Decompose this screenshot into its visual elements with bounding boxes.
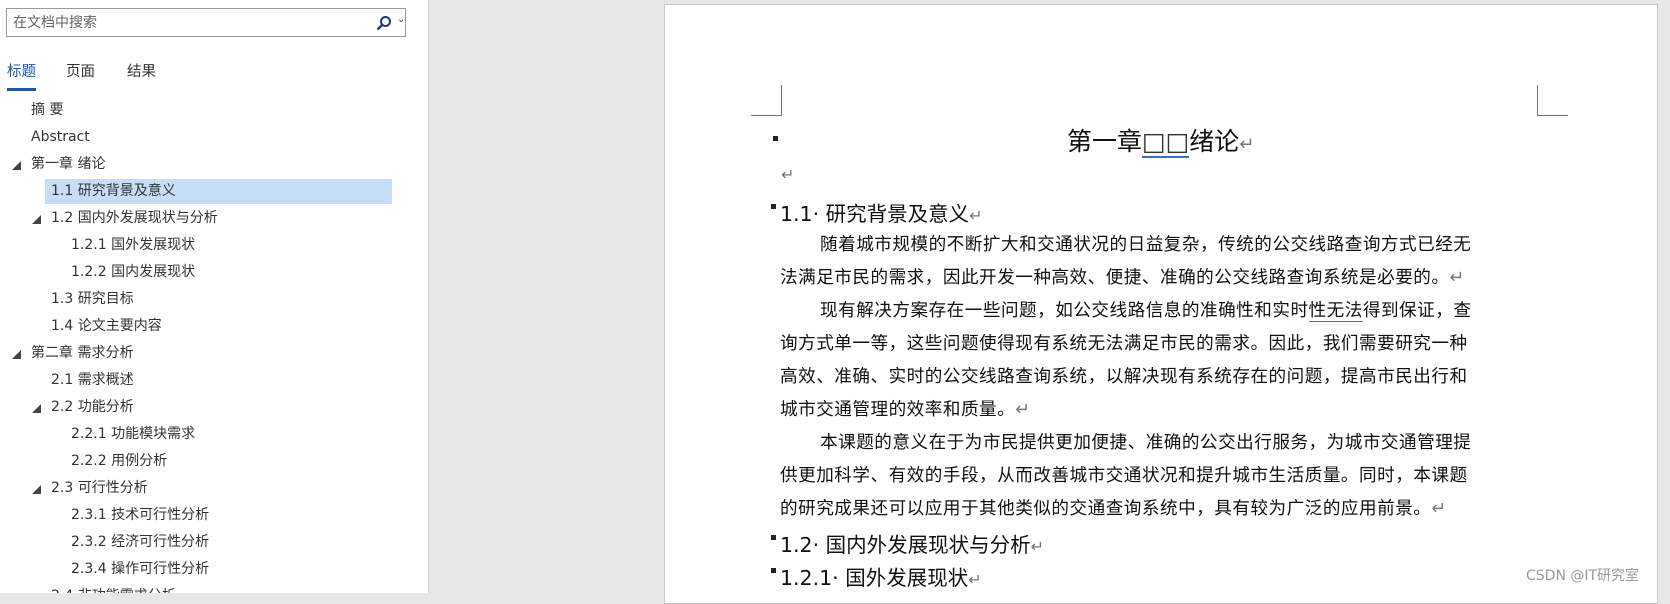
outline-item-label: 2.4 非功能需求分析 xyxy=(51,588,176,593)
outline-item[interactable]: 2.3.4 操作可行性分析 xyxy=(71,557,209,582)
outline-item[interactable]: 1.2 国内外发展现状与分析 xyxy=(51,206,218,231)
outline-item[interactable]: 第一章 绪论 xyxy=(31,152,105,177)
outline-item[interactable]: 2.2.2 用例分析 xyxy=(71,449,167,474)
outline-item-label: 第二章 需求分析 xyxy=(31,345,134,361)
paragraph-3-line-3: 的研究成果还可以应用于其他类似的交通查询系统中，具有较为广泛的应用前景。↵ xyxy=(780,499,1447,519)
heading-1-1: 1.1· 研究背景及意义↵ xyxy=(780,202,983,226)
crop-mark-right xyxy=(1537,85,1568,116)
heading-bullet xyxy=(771,535,776,540)
chapter-title: 第一章□□绪论↵ xyxy=(1067,127,1255,158)
outline-item[interactable]: 1.1 研究背景及意义 xyxy=(45,179,392,204)
expand-triangle-icon[interactable] xyxy=(32,404,41,413)
tab-headings[interactable]: 标题 xyxy=(7,60,36,91)
outline-item[interactable]: Abstract xyxy=(31,125,90,150)
navigation-pane: ⌄ 标题 页面 结果 摘 要 Abstract 第一章 绪论 1.1 研究背景及意义 1… xyxy=(0,0,429,593)
outline-item-label: 2.3 可行性分析 xyxy=(51,480,148,496)
outline-item-label: 2.2.2 用例分析 xyxy=(71,453,168,469)
outline-item[interactable]: 2.3.2 经济可行性分析 xyxy=(71,530,209,555)
nav-tabs: 标题 页面 结果 xyxy=(0,58,420,94)
tab-pages[interactable]: 页面 xyxy=(66,60,95,88)
outline-item-label: 1.2.1 国外发展现状 xyxy=(71,237,196,253)
watermark: CSDN @IT研究室 xyxy=(1526,568,1640,584)
expand-triangle-icon[interactable] xyxy=(32,215,41,224)
paragraph-1-line-1: 随着城市规模的不断扩大和交通状况的日益复杂，传统的公交线路查询方式已经无 xyxy=(820,235,1472,255)
heading-bullet xyxy=(771,204,776,209)
outline-item[interactable]: 2.4 非功能需求分析 xyxy=(51,584,176,593)
outline-item-label: 1.1 研究背景及意义 xyxy=(51,183,176,199)
outline-item-label: Abstract xyxy=(31,129,90,145)
outline-item[interactable]: 第二章 需求分析 xyxy=(31,341,133,366)
paragraph-2-line-3: 高效、准确、实时的公交线路查询系统，以解决现有系统存在的问题，提高市民出行和 xyxy=(780,367,1468,387)
outline-item-label: 1.4 论文主要内容 xyxy=(51,318,162,334)
heading-1-2: 1.2· 国内外发展现状与分析↵ xyxy=(780,533,1045,557)
paragraph-1-line-2: 法满足市民的需求，因此开发一种高效、便捷、准确的公交线路查询系统是必要的。↵ xyxy=(780,268,1465,288)
outline-item[interactable]: 1.4 论文主要内容 xyxy=(51,314,162,339)
expand-triangle-icon[interactable] xyxy=(12,161,21,170)
expand-triangle-icon[interactable] xyxy=(32,485,41,494)
empty-paragraph-mark: ↵ xyxy=(781,165,795,184)
paragraph-3-line-2: 供更加科学、有效的手段，从而改善城市交通状况和提升城市生活质量。同时，本课题 xyxy=(780,466,1468,486)
outline-item-label: 2.2.1 功能模块需求 xyxy=(71,426,196,442)
outline-item-label: 1.2.2 国内发展现状 xyxy=(71,264,196,280)
outline-item-label: 2.3.4 操作可行性分析 xyxy=(71,561,210,577)
outline-item[interactable]: 2.3.1 技术可行性分析 xyxy=(71,503,209,528)
paragraph-2-line-4: 城市交通管理的效率和质量。↵ xyxy=(780,400,1031,420)
chevron-down-icon[interactable]: ⌄ xyxy=(397,14,405,25)
outline-item[interactable]: 1.2.2 国内发展现状 xyxy=(71,260,195,285)
heading-bullet xyxy=(773,136,778,141)
paragraph-2-line-2: 询方式单一等，这些问题使得现有系统无法满足市民的需求。因此，我们需要研究一种 xyxy=(780,334,1468,354)
crop-mark-left xyxy=(751,85,782,116)
outline-item[interactable]: 2.3 可行性分析 xyxy=(51,476,148,501)
heading-1-2-1: 1.2.1· 国外发展现状↵ xyxy=(780,566,982,590)
outline-item[interactable]: 2.2 功能分析 xyxy=(51,395,134,420)
heading-bullet xyxy=(771,568,776,573)
document-page[interactable]: 第一章□□绪论↵ ↵ 1.1· 研究背景及意义↵ 随着城市规模的不断扩大和交通状… xyxy=(664,4,1658,604)
expand-triangle-icon[interactable] xyxy=(12,350,21,359)
outline-item[interactable]: 2.1 需求概述 xyxy=(51,368,134,393)
outline-item-label: 第一章 绪论 xyxy=(31,156,106,172)
paragraph-3-line-1: 本课题的意义在于为市民提供更加便捷、准确的公交出行服务，为城市交通管理提 xyxy=(820,433,1472,453)
tab-results[interactable]: 结果 xyxy=(127,60,156,88)
outline-item-label: 2.3.2 经济可行性分析 xyxy=(71,534,210,550)
outline-item[interactable]: 1.3 研究目标 xyxy=(51,287,134,312)
outline-item[interactable]: 1.2.1 国外发展现状 xyxy=(71,233,195,258)
outline-item-label: 1.3 研究目标 xyxy=(51,291,134,307)
search-box[interactable]: ⌄ xyxy=(6,8,406,37)
outline-item-label: 2.3.1 技术可行性分析 xyxy=(71,507,210,523)
outline-item-label: 2.2 功能分析 xyxy=(51,399,134,415)
search-icon[interactable] xyxy=(376,15,392,31)
outline-item-label: 1.2 国内外发展现状与分析 xyxy=(51,210,218,226)
search-input[interactable] xyxy=(13,12,363,34)
paragraph-2-line-1: 现有解决方案存在一些问题，如公交线路信息的准确性和实时性无法得到保证，查 xyxy=(820,301,1472,322)
outline-item[interactable]: 摘 要 xyxy=(31,98,63,123)
outline-item[interactable]: 2.2.1 功能模块需求 xyxy=(71,422,195,447)
outline-item-label: 摘 要 xyxy=(31,102,64,118)
outline-item-label: 2.1 需求概述 xyxy=(51,372,134,388)
